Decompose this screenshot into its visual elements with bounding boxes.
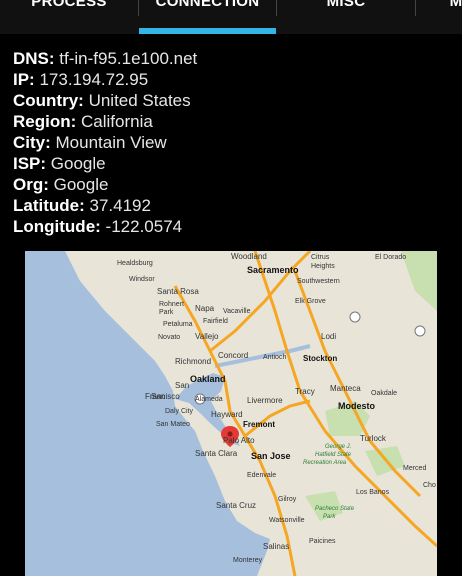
map-label: Novato — [158, 334, 180, 341]
map-label: Watsonville — [269, 517, 305, 524]
location-map[interactable]: Healdsburg Woodland Citrus Heights El Do… — [25, 251, 437, 576]
tab-misc[interactable]: MISC — [277, 0, 415, 34]
map-label: Park — [159, 309, 174, 316]
map-label: Petaluma — [163, 321, 193, 328]
info-key: ISP: — [13, 154, 47, 173]
tab-process-label: PROCESS — [31, 0, 107, 10]
map-label: Napa — [195, 304, 215, 313]
map-label: Santa Cruz — [216, 501, 256, 510]
tab-bar: PROCESS CONNECTION MISC M — [0, 0, 462, 34]
info-value: California — [81, 112, 153, 131]
tab-misc-label: MISC — [326, 0, 366, 10]
map-city-label: Sacramento — [247, 265, 299, 275]
map-park-label: Pacheco State — [315, 506, 355, 512]
info-value: Mountain View — [55, 133, 167, 152]
map-label: Paicines — [309, 538, 336, 545]
map-label: Southwestern — [297, 278, 340, 285]
map-label: Monterey — [233, 557, 263, 564]
map-canvas: Healdsburg Woodland Citrus Heights El Do… — [25, 251, 437, 576]
map-label: Cho — [423, 482, 436, 489]
map-label: Healdsburg — [117, 260, 153, 267]
info-key: Org: — [13, 175, 49, 194]
map-label: Los Banos — [356, 489, 390, 496]
map-label: San Mateo — [156, 421, 190, 428]
info-key: Region: — [13, 112, 77, 131]
tab-connection[interactable]: CONNECTION — [139, 0, 276, 34]
map-label: Merced — [403, 465, 426, 472]
info-row-isp: ISP: Google — [13, 153, 197, 174]
map-label: Daly City — [165, 408, 194, 415]
map-label: Fairfield — [203, 318, 228, 325]
map-city-label: Stockton — [303, 354, 337, 363]
map-label: Francisco — [145, 392, 180, 401]
map-park-label: Hatfield State — [315, 452, 352, 458]
tab-more-label: M — [449, 0, 462, 10]
map-label: Santa Clara — [195, 449, 238, 458]
map-park-label: George J. — [325, 444, 351, 450]
info-key: Longitude: — [13, 217, 101, 236]
map-label: Vallejo — [195, 332, 219, 341]
map-label: Elk Grove — [295, 298, 326, 305]
info-value: Google — [50, 154, 106, 173]
info-value: 37.4192 — [89, 196, 151, 215]
map-label: Hayward — [211, 410, 243, 419]
info-row-dns: DNS: tf-in-f95.1e100.net — [13, 48, 197, 69]
map-label: El Dorado — [375, 254, 406, 261]
map-label: Edenvale — [247, 472, 276, 479]
map-label: Rohnert — [159, 301, 184, 308]
map-label: Gilroy — [278, 496, 297, 503]
map-label: Palo Alto — [223, 436, 255, 445]
map-label: Heights — [311, 263, 335, 270]
info-key: City: — [13, 133, 51, 152]
info-row-country: Country: United States — [13, 90, 197, 111]
map-city-label: Modesto — [338, 401, 376, 411]
info-row-region: Region: California — [13, 111, 197, 132]
map-label: Windsor — [129, 276, 155, 283]
map-shield — [349, 311, 361, 323]
map-park-label: Recreation Area — [303, 460, 347, 466]
map-city-label: Fremont — [243, 420, 275, 429]
tab-process[interactable]: PROCESS — [0, 0, 138, 34]
info-row-longitude: Longitude: -122.0574 — [13, 216, 197, 237]
map-label: Manteca — [330, 384, 361, 393]
connection-info: DNS: tf-in-f95.1e100.net IP: 173.194.72.… — [13, 48, 197, 237]
info-value: -122.0574 — [105, 217, 183, 236]
map-label: Lodi — [321, 332, 336, 341]
info-value: 173.194.72.95 — [39, 70, 149, 89]
map-label: Livermore — [247, 396, 283, 405]
map-label: Salinas — [263, 542, 289, 551]
map-label: Vacaville — [223, 308, 251, 315]
map-label: Turlock — [360, 434, 387, 443]
info-key: Country: — [13, 91, 84, 110]
map-label: Antioch — [263, 354, 286, 361]
map-shield — [414, 325, 426, 337]
map-label: Oakdale — [371, 390, 397, 397]
info-row-org: Org: Google — [13, 174, 197, 195]
map-label: Richmond — [175, 357, 211, 366]
info-key: DNS: — [13, 49, 55, 68]
info-value: Google — [53, 175, 109, 194]
map-label: Santa Rosa — [157, 287, 199, 296]
info-row-latitude: Latitude: 37.4192 — [13, 195, 197, 216]
info-key: Latitude: — [13, 196, 85, 215]
map-city-label: San Jose — [251, 451, 291, 461]
map-label: Citrus — [311, 254, 330, 261]
map-label: Woodland — [231, 252, 267, 261]
info-key: IP: — [13, 70, 35, 89]
map-city-label: Oakland — [190, 374, 226, 384]
map-label: San — [175, 381, 189, 390]
info-row-city: City: Mountain View — [13, 132, 197, 153]
info-row-ip: IP: 173.194.72.95 — [13, 69, 197, 90]
tab-active-indicator — [139, 28, 276, 34]
tab-connection-label: CONNECTION — [155, 0, 260, 10]
tab-more[interactable]: M — [416, 0, 462, 34]
info-value: tf-in-f95.1e100.net — [59, 49, 198, 68]
info-value: United States — [88, 91, 191, 110]
map-label: Alameda — [195, 396, 223, 403]
map-label: Tracy — [295, 387, 315, 396]
map-label: Concord — [218, 351, 248, 360]
map-park-label: Park — [323, 514, 336, 520]
